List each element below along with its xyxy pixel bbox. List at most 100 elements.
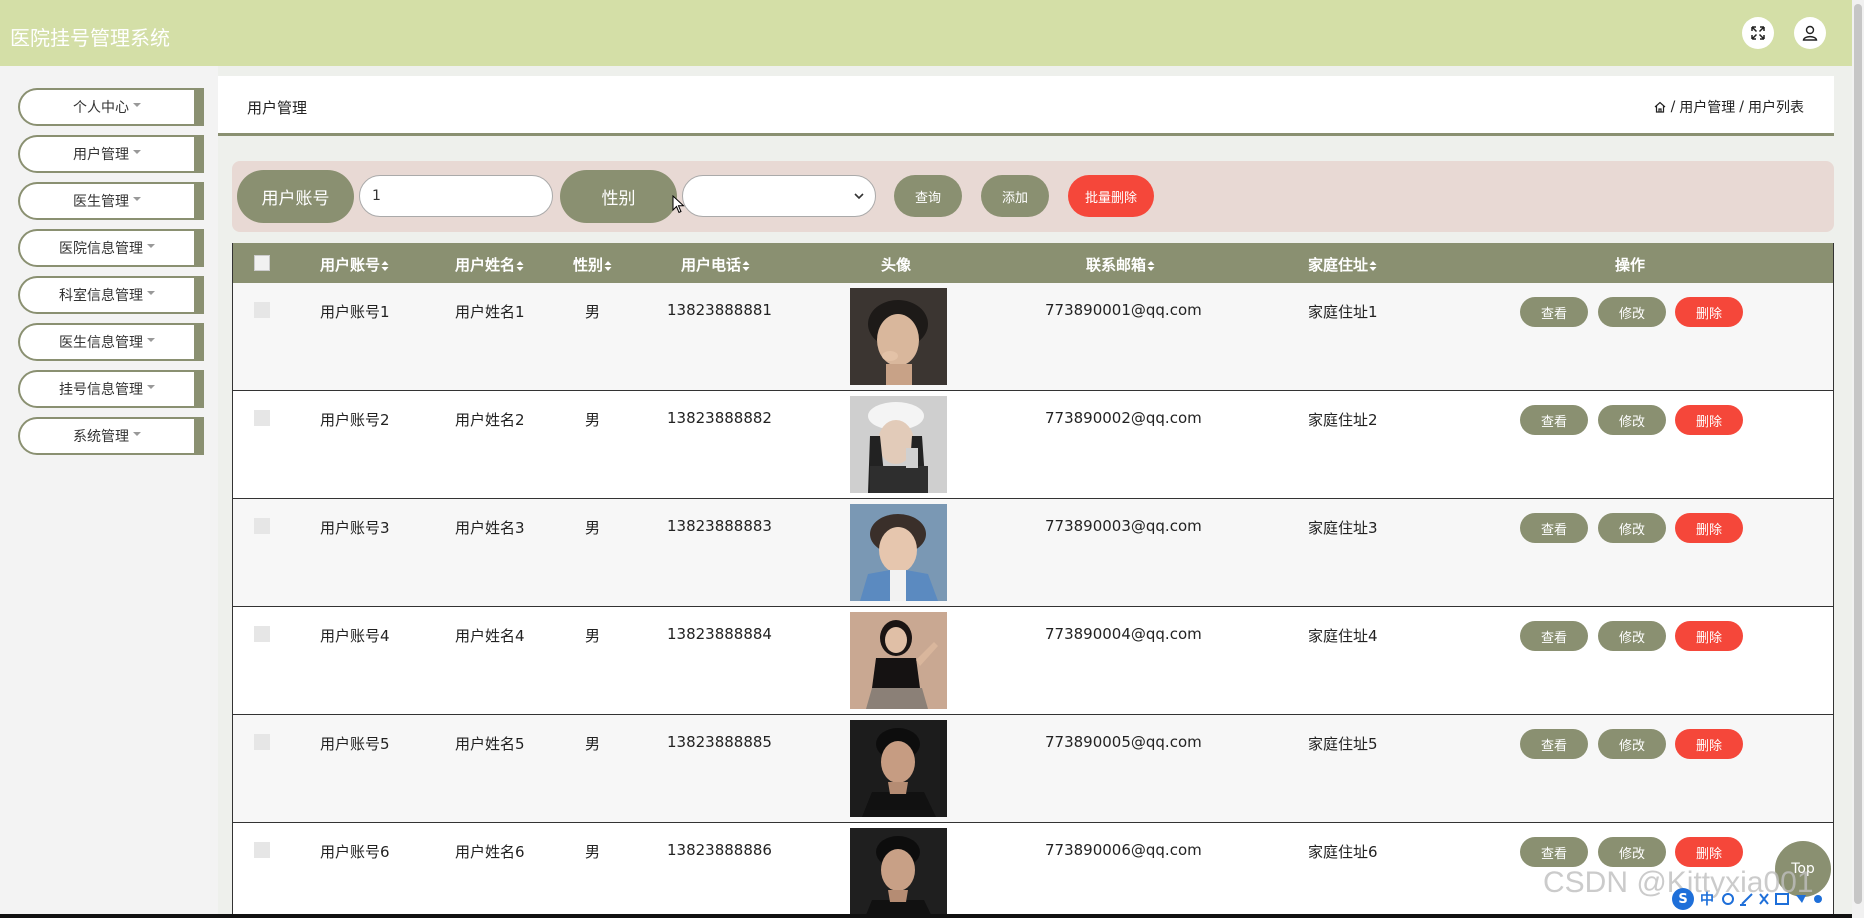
ime-language: 中 — [1700, 892, 1714, 908]
edit-button[interactable]: 修改 — [1598, 621, 1666, 651]
window-bottom-edge — [0, 914, 1852, 918]
cell-sex: 男 — [585, 735, 601, 753]
sort-icon[interactable] — [381, 260, 389, 272]
mouse-cursor-icon — [672, 195, 685, 214]
column-header-phone[interactable]: 用户电话 — [681, 254, 750, 275]
table-row: 用户账号1 用户姓名1 男 13823888881 773890001@qq.c… — [233, 283, 1833, 391]
page-title: 用户管理 — [247, 99, 308, 117]
row-checkbox[interactable] — [254, 626, 270, 642]
row-checkbox[interactable] — [254, 518, 270, 534]
query-button[interactable]: 查询 — [894, 175, 962, 217]
ime-toolbar[interactable]: S 中 — [1672, 886, 1852, 912]
ime-tools-icon — [1722, 893, 1822, 906]
column-header-sex[interactable]: 性别 — [573, 254, 612, 275]
sidebar-item-doctor-management[interactable]: 医生管理 — [18, 182, 204, 220]
cell-address: 家庭住址2 — [1308, 411, 1378, 429]
cell-email: 773890006@qq.com — [1045, 841, 1202, 859]
column-header-email[interactable]: 联系邮箱 — [1086, 254, 1155, 275]
delete-button[interactable]: 删除 — [1675, 405, 1743, 435]
column-header-name[interactable]: 用户姓名 — [455, 254, 524, 275]
avatar — [850, 828, 947, 917]
row-checkbox[interactable] — [254, 842, 270, 858]
home-icon[interactable] — [1653, 100, 1667, 114]
sidebar-item-registration-info[interactable]: 挂号信息管理 — [18, 370, 204, 408]
user-icon — [1802, 25, 1818, 41]
sidebar-item-doctor-info[interactable]: 医生信息管理 — [18, 323, 204, 361]
cell-address: 家庭住址3 — [1308, 519, 1378, 537]
chevron-down-icon — [133, 150, 141, 154]
cell-email: 773890003@qq.com — [1045, 517, 1202, 535]
row-checkbox[interactable] — [254, 410, 270, 426]
column-header-account[interactable]: 用户账号 — [320, 254, 389, 275]
cell-name: 用户姓名2 — [455, 411, 525, 429]
chevron-down-icon — [133, 197, 141, 201]
sex-label: 性别 — [560, 170, 677, 223]
sex-select[interactable] — [682, 175, 876, 217]
chevron-down-icon — [147, 244, 155, 248]
account-label: 用户账号 — [237, 170, 354, 223]
delete-button[interactable]: 删除 — [1675, 513, 1743, 543]
sidebar-item-system-management[interactable]: 系统管理 — [18, 417, 204, 455]
view-button[interactable]: 查看 — [1520, 297, 1588, 327]
row-checkbox[interactable] — [254, 302, 270, 318]
breadcrumb-user-management[interactable]: 用户管理 — [1679, 97, 1735, 117]
edit-button[interactable]: 修改 — [1598, 729, 1666, 759]
cell-address: 家庭住址5 — [1308, 735, 1378, 753]
sidebar-item-hospital-info[interactable]: 医院信息管理 — [18, 229, 204, 267]
cell-name: 用户姓名1 — [455, 303, 525, 321]
cell-phone: 13823888886 — [667, 841, 772, 859]
sort-icon[interactable] — [742, 260, 750, 272]
cell-account: 用户账号5 — [320, 735, 390, 753]
page-scrollbar[interactable] — [1852, 0, 1864, 918]
avatar — [850, 396, 947, 493]
sort-icon[interactable] — [1147, 260, 1155, 272]
view-button[interactable]: 查看 — [1520, 729, 1588, 759]
chevron-down-icon — [854, 193, 864, 200]
user-profile-button[interactable] — [1794, 17, 1826, 49]
column-header-actions: 操作 — [1615, 256, 1646, 274]
view-button[interactable]: 查看 — [1520, 405, 1588, 435]
delete-button[interactable]: 删除 — [1675, 837, 1743, 867]
table-header: 用户账号 用户姓名 性别 用户电话 头像 联系邮箱 家庭住址 操作 — [233, 243, 1833, 283]
cell-phone: 13823888882 — [667, 409, 772, 427]
select-all-checkbox[interactable] — [254, 255, 270, 271]
cell-phone: 13823888881 — [667, 301, 772, 319]
search-bar: 用户账号 性别 查询 添加 批量删除 — [232, 161, 1834, 232]
sort-icon[interactable] — [516, 260, 524, 272]
account-search-input[interactable] — [359, 175, 553, 217]
breadcrumb: / 用户管理 / 用户列表 — [1653, 97, 1804, 117]
row-checkbox[interactable] — [254, 734, 270, 750]
delete-button[interactable]: 删除 — [1675, 297, 1743, 327]
sidebar-item-personal-center[interactable]: 个人中心 — [18, 88, 204, 126]
top-header: 医院挂号管理系统 — [0, 0, 1852, 66]
edit-button[interactable]: 修改 — [1598, 837, 1666, 867]
batch-delete-button[interactable]: 批量删除 — [1068, 175, 1154, 217]
view-button[interactable]: 查看 — [1520, 621, 1588, 651]
fullscreen-button[interactable] — [1742, 17, 1774, 49]
cell-sex: 男 — [585, 627, 601, 645]
cell-account: 用户账号3 — [320, 519, 390, 537]
column-header-address[interactable]: 家庭住址 — [1308, 254, 1377, 275]
sidebar-item-user-management[interactable]: 用户管理 — [18, 135, 204, 173]
edit-button[interactable]: 修改 — [1598, 513, 1666, 543]
delete-button[interactable]: 删除 — [1675, 621, 1743, 651]
cell-address: 家庭住址6 — [1308, 843, 1378, 861]
edit-button[interactable]: 修改 — [1598, 297, 1666, 327]
cell-address: 家庭住址4 — [1308, 627, 1378, 645]
user-table: 用户账号 用户姓名 性别 用户电话 头像 联系邮箱 家庭住址 操作 用户账号1 … — [232, 243, 1834, 918]
sidebar-item-department-info[interactable]: 科室信息管理 — [18, 276, 204, 314]
table-row: 用户账号2 用户姓名2 男 13823888882 773890002@qq.c… — [233, 391, 1833, 499]
breadcrumb-bar: 用户管理 / 用户管理 / 用户列表 — [218, 76, 1834, 136]
delete-button[interactable]: 删除 — [1675, 729, 1743, 759]
sort-icon[interactable] — [604, 260, 612, 272]
view-button[interactable]: 查看 — [1520, 837, 1588, 867]
table-row: 用户账号3 用户姓名3 男 13823888883 773890003@qq.c… — [233, 499, 1833, 607]
cell-address: 家庭住址1 — [1308, 303, 1378, 321]
ime-logo-icon: S — [1672, 888, 1694, 910]
cell-sex: 男 — [585, 519, 601, 537]
add-button[interactable]: 添加 — [981, 175, 1049, 217]
cell-phone: 13823888884 — [667, 625, 772, 643]
edit-button[interactable]: 修改 — [1598, 405, 1666, 435]
sort-icon[interactable] — [1369, 260, 1377, 272]
view-button[interactable]: 查看 — [1520, 513, 1588, 543]
